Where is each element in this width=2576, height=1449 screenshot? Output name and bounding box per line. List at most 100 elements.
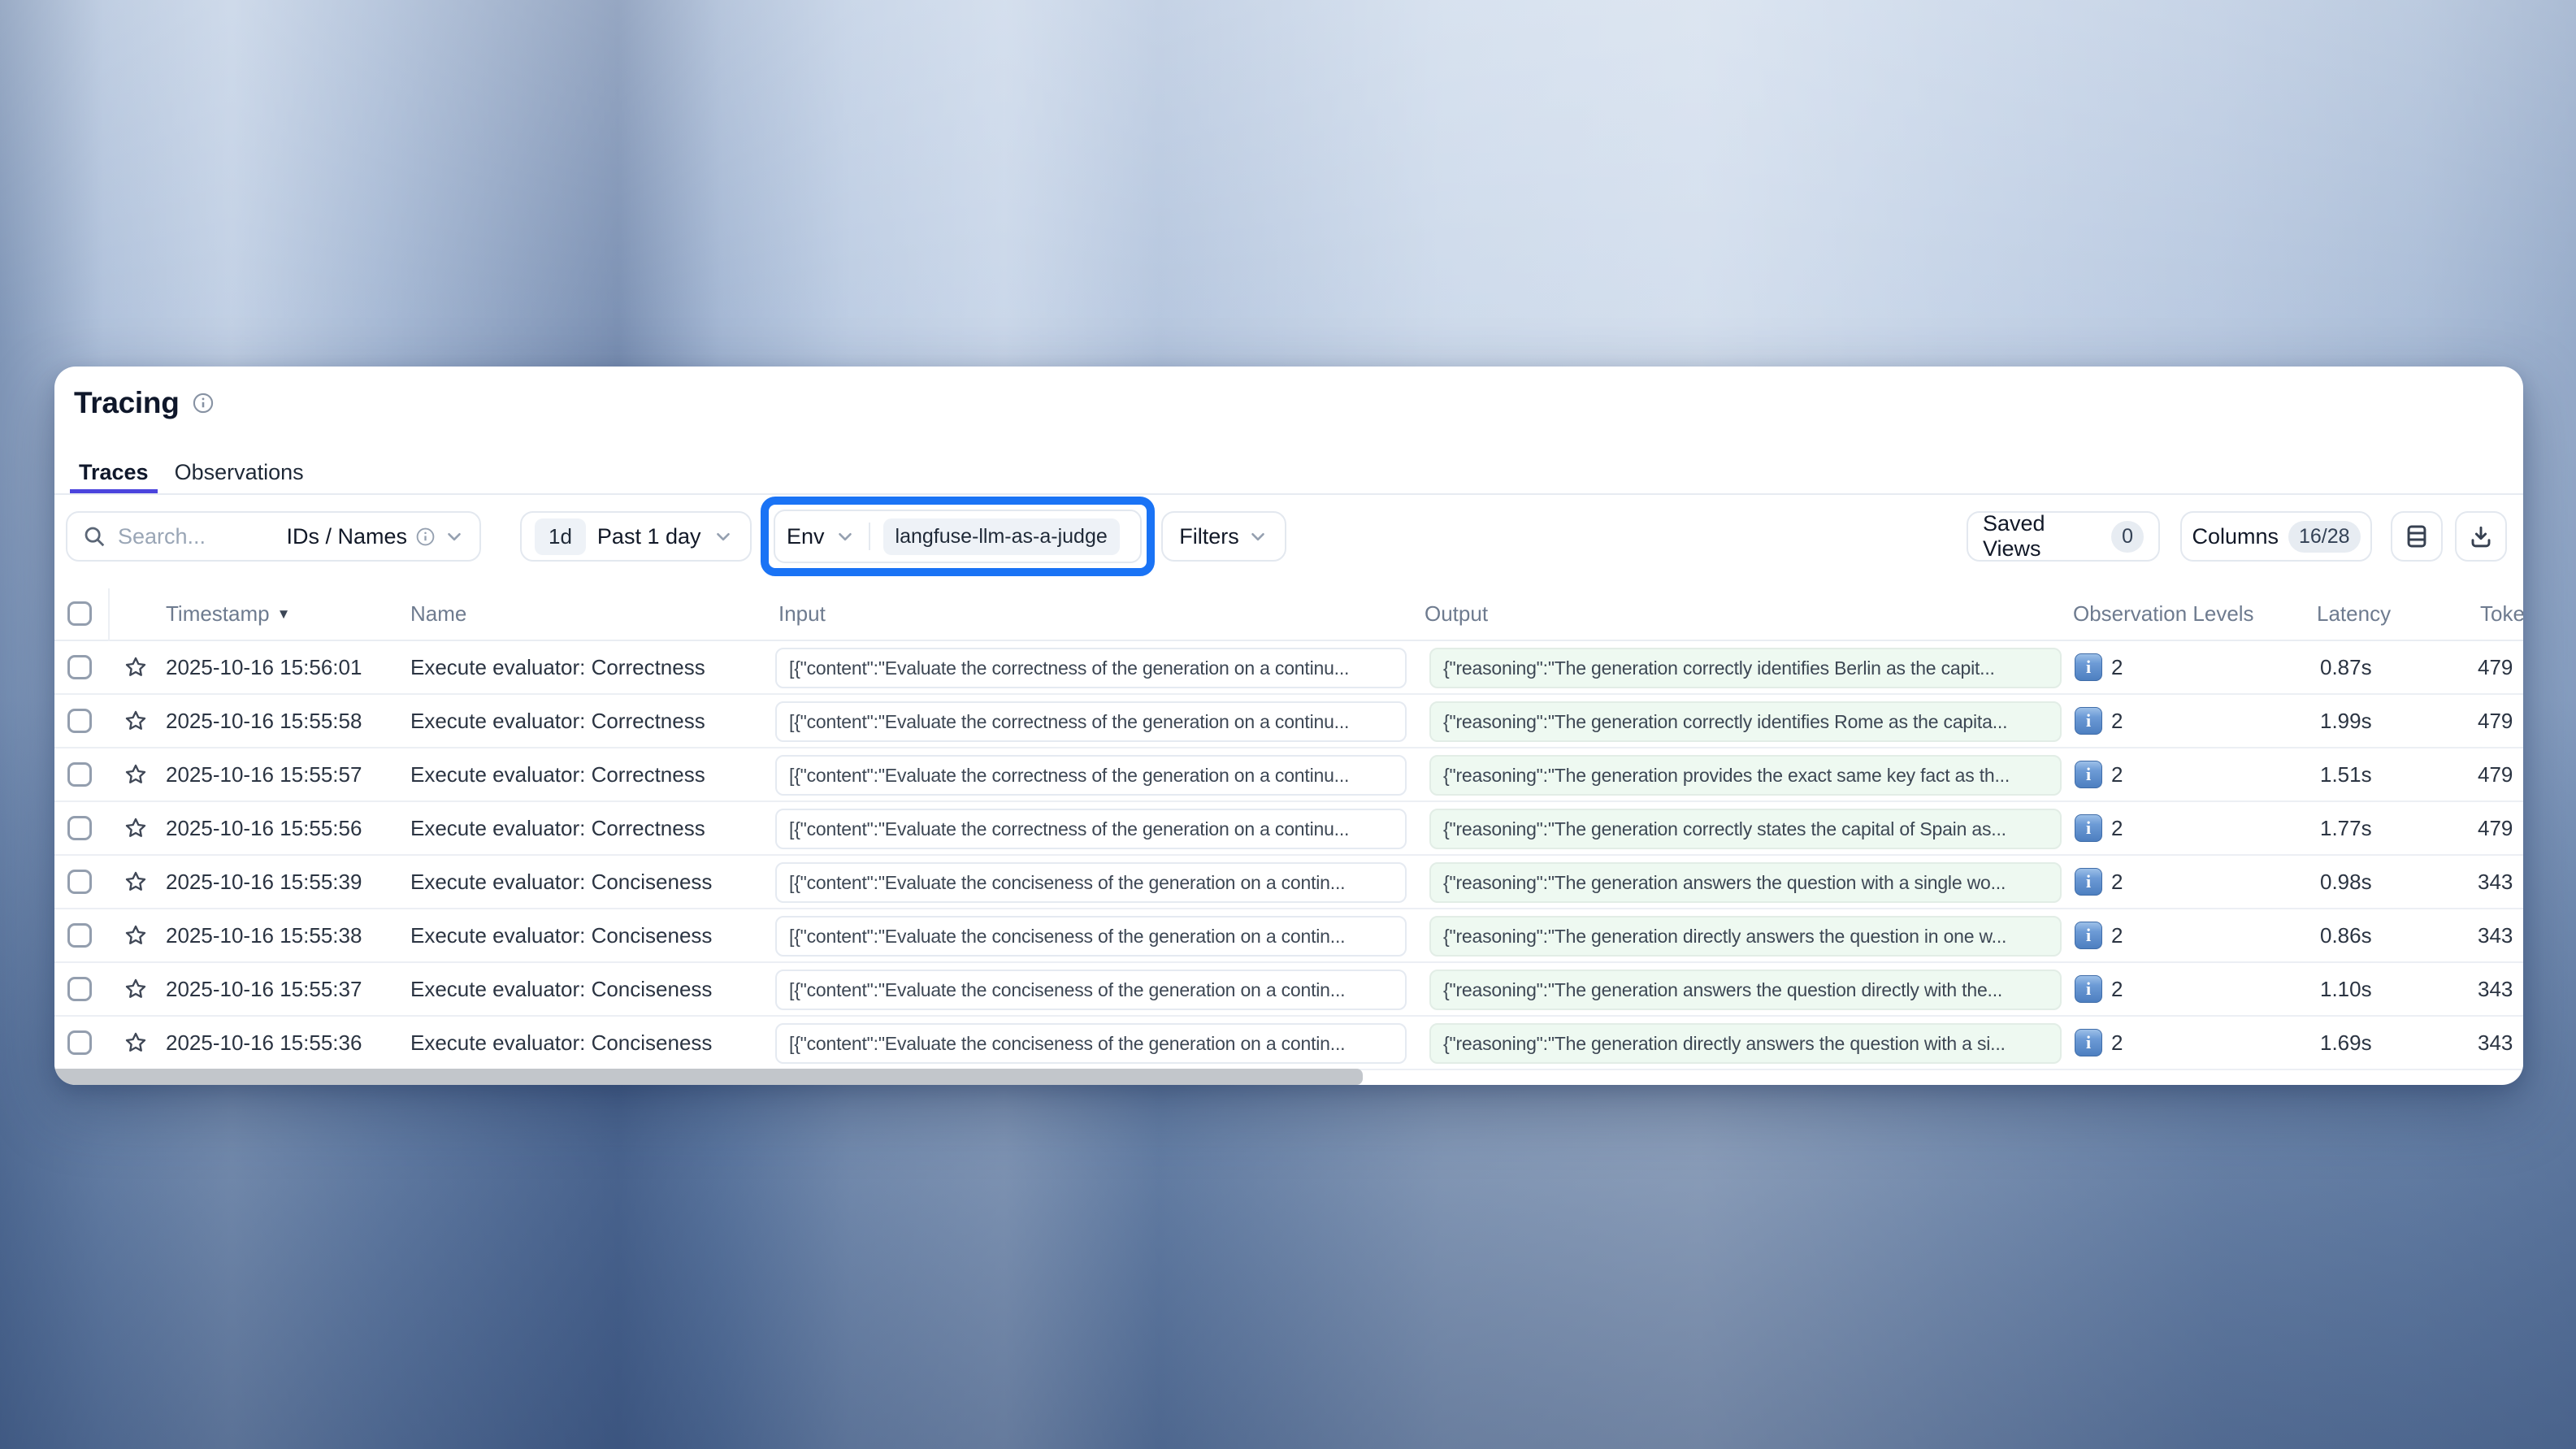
input-cell[interactable]: [{"content":"Evaluate the conciseness of…: [775, 970, 1407, 1010]
tracing-panel: Tracing Traces Observations IDs / Names: [54, 367, 2523, 1085]
table-row[interactable]: 2025-10-16 15:55:38 Execute evaluator: C…: [54, 909, 2523, 963]
favorite-star-icon[interactable]: [124, 977, 148, 1001]
env-filter-value-chip[interactable]: langfuse-llm-as-a-judge: [883, 518, 1120, 555]
sort-desc-icon: ▼: [277, 606, 291, 623]
output-cell[interactable]: {"reasoning":"The generation answers the…: [1429, 970, 2062, 1010]
observation-levels-cell: i 2: [2075, 963, 2123, 1015]
saved-views-button[interactable]: Saved Views 0: [1967, 511, 2160, 562]
output-cell[interactable]: {"reasoning":"The generation correctly i…: [1429, 701, 2062, 742]
output-cell[interactable]: {"reasoning":"The generation provides th…: [1429, 755, 2062, 796]
row-checkbox[interactable]: [67, 709, 92, 733]
timestamp-cell: 2025-10-16 15:55:57: [166, 748, 362, 800]
search-scope-select[interactable]: IDs / Names: [286, 524, 465, 549]
output-cell[interactable]: {"reasoning":"The generation correctly i…: [1429, 648, 2062, 688]
search-input[interactable]: [116, 523, 241, 550]
row-checkbox[interactable]: [67, 870, 92, 894]
tokens-cell: 343 →: [2478, 1017, 2523, 1069]
timestamp-cell: 2025-10-16 15:55:56: [166, 802, 362, 854]
timestamp-cell: 2025-10-16 15:56:01: [166, 641, 362, 693]
observation-levels-cell: i 2: [2075, 748, 2123, 800]
input-cell[interactable]: [{"content":"Evaluate the conciseness of…: [775, 1023, 1407, 1064]
column-header-tokens[interactable]: Tokens: [2480, 588, 2523, 640]
row-checkbox[interactable]: [67, 655, 92, 679]
info-level-badge: i: [2075, 922, 2102, 949]
page-header: Tracing: [74, 386, 215, 420]
chevron-down-icon: [835, 526, 856, 547]
favorite-star-icon[interactable]: [124, 709, 148, 733]
row-checkbox[interactable]: [67, 816, 92, 840]
tab-traces[interactable]: Traces: [70, 451, 158, 493]
favorite-star-icon[interactable]: [124, 655, 148, 679]
chevron-down-icon: [1247, 526, 1268, 547]
tokens-cell: 479 →: [2478, 802, 2523, 854]
table-row[interactable]: 2025-10-16 15:55:56 Execute evaluator: C…: [54, 802, 2523, 856]
time-range-short-badge: 1d: [535, 518, 586, 555]
info-level-badge: i: [2075, 1029, 2102, 1056]
row-checkbox[interactable]: [67, 762, 92, 787]
select-all-checkbox[interactable]: [67, 601, 92, 626]
latency-cell: 1.69s: [2320, 1017, 2372, 1069]
latency-cell: 0.87s: [2320, 641, 2372, 693]
env-filter-highlight: Env langfuse-llm-as-a-judge: [761, 497, 1155, 576]
table-row[interactable]: 2025-10-16 15:56:01 Execute evaluator: C…: [54, 641, 2523, 695]
chevron-down-icon: [444, 526, 465, 547]
column-header-input[interactable]: Input: [778, 588, 826, 640]
tokens-cell: 343 →: [2478, 909, 2523, 961]
tokens-cell: 343 →: [2478, 856, 2523, 908]
output-cell[interactable]: {"reasoning":"The generation directly an…: [1429, 1023, 2062, 1064]
output-cell[interactable]: {"reasoning":"The generation directly an…: [1429, 916, 2062, 957]
tokens-cell: 479 →: [2478, 695, 2523, 747]
row-checkbox[interactable]: [67, 1030, 92, 1055]
time-range-button[interactable]: 1d Past 1 day: [520, 511, 752, 562]
column-header-timestamp[interactable]: Timestamp▼: [166, 588, 290, 640]
favorite-star-icon[interactable]: [124, 870, 148, 894]
input-cell[interactable]: [{"content":"Evaluate the correctness of…: [775, 755, 1407, 796]
table-row[interactable]: 2025-10-16 15:55:39 Execute evaluator: C…: [54, 856, 2523, 909]
favorite-star-icon[interactable]: [124, 923, 148, 948]
column-header-output[interactable]: Output: [1425, 588, 1488, 640]
latency-cell: 1.10s: [2320, 963, 2372, 1015]
output-cell[interactable]: {"reasoning":"The generation answers the…: [1429, 862, 2062, 903]
info-icon[interactable]: [192, 392, 215, 414]
name-cell: Execute evaluator: Correctness: [410, 641, 705, 693]
row-checkbox[interactable]: [67, 977, 92, 1001]
input-cell[interactable]: [{"content":"Evaluate the correctness of…: [775, 809, 1407, 849]
input-cell[interactable]: [{"content":"Evaluate the conciseness of…: [775, 862, 1407, 903]
tab-observations[interactable]: Observations: [166, 451, 313, 493]
name-cell: Execute evaluator: Conciseness: [410, 963, 712, 1015]
saved-views-count-badge: 0: [2111, 521, 2144, 553]
observation-levels-cell: i 2: [2075, 802, 2123, 854]
observation-levels-cell: i 2: [2075, 909, 2123, 961]
input-cell[interactable]: [{"content":"Evaluate the conciseness of…: [775, 916, 1407, 957]
column-header-latency[interactable]: Latency: [2317, 588, 2391, 640]
timestamp-cell: 2025-10-16 15:55:58: [166, 695, 362, 747]
export-button[interactable]: [2455, 511, 2507, 562]
name-cell: Execute evaluator: Correctness: [410, 748, 705, 800]
env-filter-button[interactable]: Env langfuse-llm-as-a-judge: [774, 510, 1142, 563]
favorite-star-icon[interactable]: [124, 1030, 148, 1055]
table-row[interactable]: 2025-10-16 15:55:58 Execute evaluator: C…: [54, 695, 2523, 748]
columns-button[interactable]: Columns 16/28: [2180, 511, 2372, 562]
favorite-star-icon[interactable]: [124, 816, 148, 840]
trace-table-body: 2025-10-16 15:56:01 Execute evaluator: C…: [54, 641, 2523, 1070]
input-cell[interactable]: [{"content":"Evaluate the correctness of…: [775, 648, 1407, 688]
latency-cell: 1.99s: [2320, 695, 2372, 747]
favorite-star-icon[interactable]: [124, 762, 148, 787]
horizontal-scrollbar-thumb[interactable]: [54, 1069, 1363, 1085]
output-cell[interactable]: {"reasoning":"The generation correctly s…: [1429, 809, 2062, 849]
search-bar[interactable]: IDs / Names: [66, 511, 481, 562]
info-level-badge: i: [2075, 653, 2102, 681]
table-row[interactable]: 2025-10-16 15:55:37 Execute evaluator: C…: [54, 963, 2523, 1017]
filters-button[interactable]: Filters: [1161, 511, 1286, 562]
table-row[interactable]: 2025-10-16 15:55:57 Execute evaluator: C…: [54, 748, 2523, 802]
input-cell[interactable]: [{"content":"Evaluate the correctness of…: [775, 701, 1407, 742]
column-header-name[interactable]: Name: [410, 588, 466, 640]
row-checkbox[interactable]: [67, 923, 92, 948]
column-header-observation-levels[interactable]: Observation Levels: [2073, 588, 2254, 640]
row-height-button[interactable]: [2391, 511, 2443, 562]
observation-levels-cell: i 2: [2075, 856, 2123, 908]
name-cell: Execute evaluator: Correctness: [410, 695, 705, 747]
latency-cell: 1.51s: [2320, 748, 2372, 800]
table-row[interactable]: 2025-10-16 15:55:36 Execute evaluator: C…: [54, 1017, 2523, 1070]
table-header-row: Timestamp▼ Name Input Output Observation…: [54, 588, 2523, 641]
